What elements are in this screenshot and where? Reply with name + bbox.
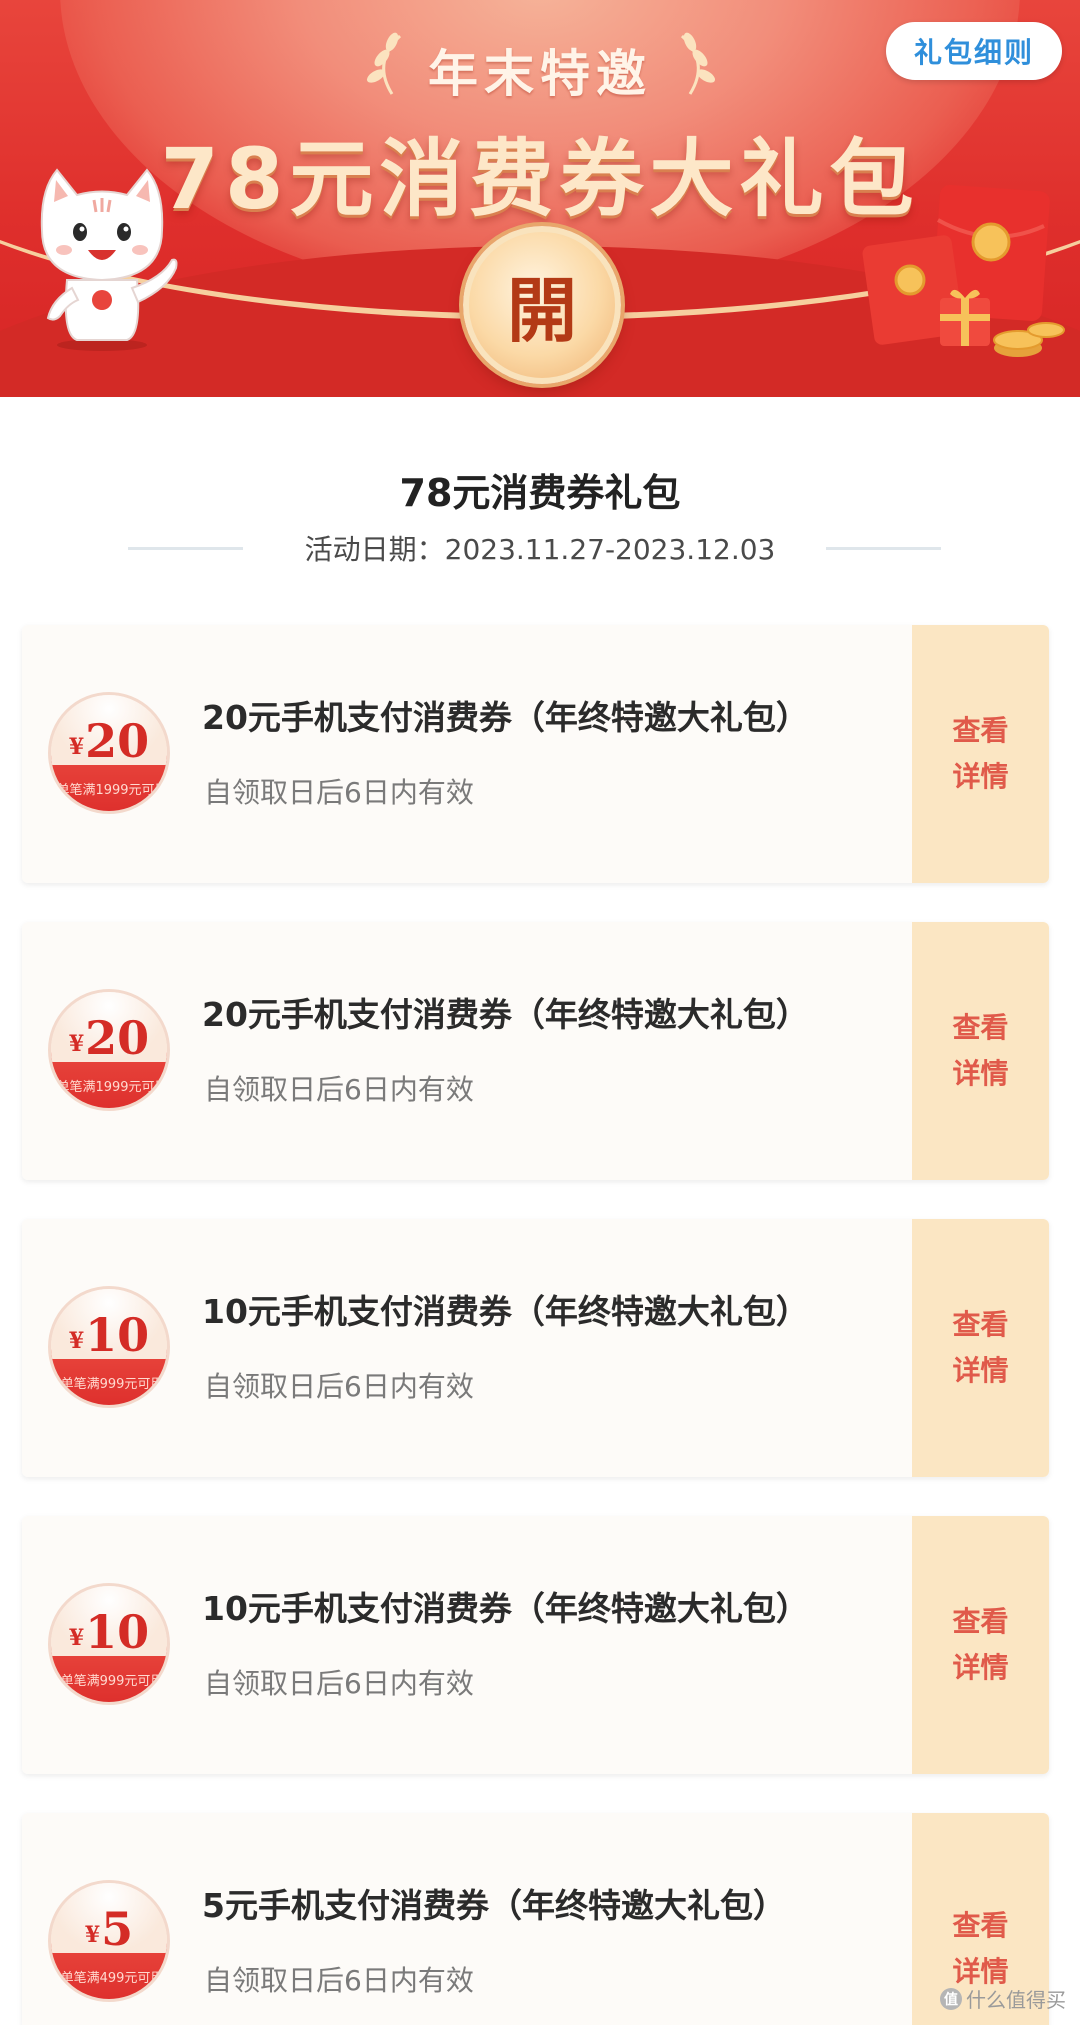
- view-details-button[interactable]: 查看 详情: [912, 922, 1049, 1180]
- coupon-card: ¥10 单笔满999元可用 10元手机支付消费券（年终特邀大礼包） 自领取日后6…: [22, 1219, 1049, 1477]
- coupon-condition: 单笔满999元可用: [60, 1377, 164, 1392]
- coupon-condition: 单笔满999元可用: [60, 1674, 164, 1689]
- currency-symbol: ¥: [68, 1625, 85, 1651]
- coupon-title: 20元手机支付消费券（年终特邀大礼包）: [202, 995, 809, 1034]
- coupon-validity: 自领取日后6日内有效: [204, 1370, 474, 1403]
- gift-pack-title: 78元消费券礼包: [399, 471, 681, 515]
- view-details-button[interactable]: 查看 详情: [912, 1219, 1049, 1477]
- coupon-body: ¥10 单笔满999元可用 10元手机支付消费券（年终特邀大礼包） 自领取日后6…: [22, 1219, 912, 1477]
- coupon-body: ¥10 单笔满999元可用 10元手机支付消费券（年终特邀大礼包） 自领取日后6…: [22, 1516, 912, 1774]
- date-divider-right: [826, 547, 941, 550]
- coupon-validity: 自领取日后6日内有效: [204, 1964, 474, 1997]
- watermark-logo-icon: 值: [940, 1987, 962, 2010]
- coupon-validity: 自领取日后6日内有效: [204, 776, 474, 809]
- perforation-edge: [906, 625, 918, 883]
- coupon-card: ¥5 单笔满499元可用 5元手机支付消费券（年终特邀大礼包） 自领取日后6日内…: [22, 1813, 1049, 2025]
- coupon-amount: ¥20: [68, 714, 150, 768]
- coupon-amount-badge: ¥5 单笔满499元可用: [48, 1880, 170, 2002]
- view-details-button[interactable]: 查看 详情: [912, 625, 1049, 883]
- view-details-button[interactable]: 查看 详情: [912, 1516, 1049, 1774]
- coupon-amount-badge: ¥20 单笔满1999元可用: [48, 692, 170, 814]
- coupon-title: 10元手机支付消费券（年终特邀大礼包）: [202, 1589, 809, 1628]
- coupon-amount: ¥20: [68, 1011, 150, 1065]
- coupon-card: ¥20 单笔满1999元可用 20元手机支付消费券（年终特邀大礼包） 自领取日后…: [22, 625, 1049, 883]
- coupon-amount: ¥10: [68, 1605, 150, 1659]
- coupon-body: ¥5 单笔满499元可用 5元手机支付消费券（年终特邀大礼包） 自领取日后6日内…: [22, 1813, 912, 2025]
- open-gift-button[interactable]: 開: [463, 226, 621, 384]
- coupon-validity: 自领取日后6日内有效: [204, 1073, 474, 1106]
- coupon-amount: ¥10: [68, 1308, 150, 1362]
- perforation-edge: [906, 1219, 918, 1477]
- coupon-amount-badge: ¥20 单笔满1999元可用: [48, 989, 170, 1111]
- coupon-title: 20元手机支付消费券（年终特邀大礼包）: [202, 698, 809, 737]
- coupon-body: ¥20 单笔满1999元可用 20元手机支付消费券（年终特邀大礼包） 自领取日后…: [22, 625, 912, 883]
- red-envelopes-icon: [862, 184, 1065, 357]
- currency-symbol: ¥: [68, 734, 85, 760]
- coupon-card: ¥10 单笔满999元可用 10元手机支付消费券（年终特邀大礼包） 自领取日后6…: [22, 1516, 1049, 1774]
- coupon-amount-badge: ¥10 单笔满999元可用: [48, 1286, 170, 1408]
- coupon-condition: 单笔满499元可用: [60, 1971, 164, 1986]
- perforation-edge: [906, 1813, 918, 2025]
- coupon-card: ¥20 单笔满1999元可用 20元手机支付消费券（年终特邀大礼包） 自领取日后…: [22, 922, 1049, 1180]
- coupon-condition: 单笔满1999元可用: [56, 783, 168, 798]
- coupon-title: 5元手机支付消费券（年终特邀大礼包）: [202, 1886, 786, 1925]
- coupon-validity: 自领取日后6日内有效: [204, 1667, 474, 1700]
- gift-rules-button[interactable]: 礼包细则: [886, 22, 1062, 80]
- site-watermark: 值 什么值得买: [940, 1984, 1066, 2013]
- coupon-amount: ¥5: [84, 1902, 134, 1956]
- coupon-title: 10元手机支付消费券（年终特邀大礼包）: [202, 1292, 809, 1331]
- currency-symbol: ¥: [84, 1922, 101, 1948]
- currency-symbol: ¥: [68, 1031, 85, 1057]
- coupon-condition: 单笔满1999元可用: [56, 1080, 168, 1095]
- watermark-text: 什么值得买: [966, 1988, 1066, 2012]
- perforation-edge: [906, 1516, 918, 1774]
- coupon-body: ¥20 单笔满1999元可用 20元手机支付消费券（年终特邀大礼包） 自领取日后…: [22, 922, 912, 1180]
- currency-symbol: ¥: [68, 1328, 85, 1354]
- perforation-edge: [906, 922, 918, 1180]
- cat-mascot-icon: [40, 168, 178, 351]
- coupon-amount-badge: ¥10 单笔满999元可用: [48, 1583, 170, 1705]
- promo-banner: 年末特邀 78元消费券大礼包 礼包细则 開: [0, 0, 1080, 397]
